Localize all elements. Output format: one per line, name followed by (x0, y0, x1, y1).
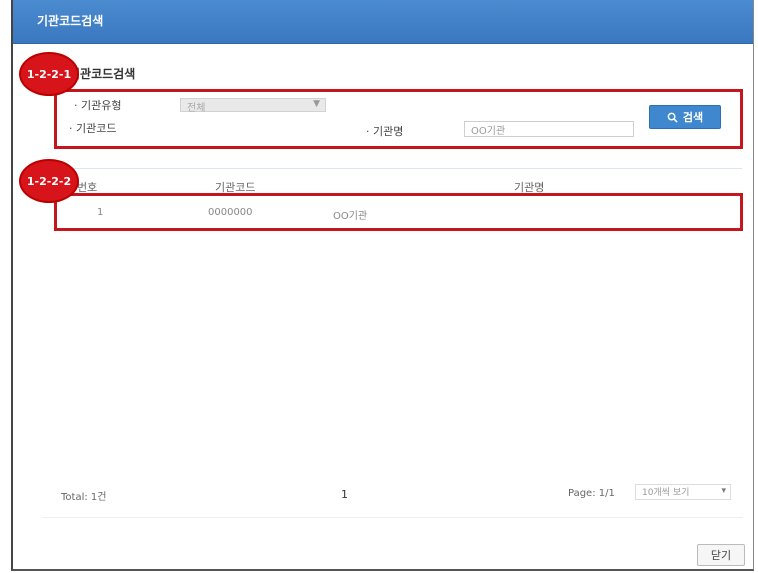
step-badge-1: 1-2-2-1 (21, 54, 77, 94)
result-row-highlight (54, 193, 743, 231)
total-count: Total: 1건 (61, 492, 107, 503)
page-indicator: Page: 1/1 (568, 488, 615, 499)
page-size-value: 10개씩 보기 (642, 488, 690, 498)
dialog-title: 기관코드검색 (37, 14, 104, 28)
chevron-down-icon: ▼ (313, 99, 320, 109)
name-input-value: OO기관 (471, 126, 506, 137)
footer-divider (43, 517, 743, 518)
search-button-label: 검색 (682, 111, 704, 124)
section-title: 기관코드검색 (69, 67, 136, 81)
page-size-select[interactable]: 10개씩 보기 ▾ (635, 484, 731, 500)
row-name: OO기관 (333, 211, 368, 222)
results-top-divider (55, 168, 742, 169)
search-dialog: 기관코드검색 기관코드검색 · 기관유형 전체 ▼ · 기관코드 · 기관명 O… (11, 0, 754, 571)
name-label: · 기관명 (366, 125, 404, 138)
type-select-value: 전체 (187, 103, 206, 114)
type-select[interactable]: 전체 ▼ (180, 98, 326, 114)
search-button[interactable]: 검색 (649, 105, 721, 129)
close-button[interactable]: 닫기 (697, 544, 745, 566)
search-icon (667, 112, 678, 123)
page-number[interactable]: 1 (341, 488, 348, 501)
dialog-titlebar: 기관코드검색 (13, 0, 753, 44)
search-area-highlight (54, 89, 743, 149)
code-label: · 기관코드 (69, 122, 117, 135)
type-label: · 기관유형 (74, 99, 122, 112)
step-badge-2: 1-2-2-2 (21, 161, 77, 201)
name-input[interactable]: OO기관 (464, 121, 634, 137)
row-code: 0000000 (208, 207, 253, 218)
row-no: 1 (97, 207, 104, 218)
chevron-down-icon: ▾ (721, 486, 726, 496)
